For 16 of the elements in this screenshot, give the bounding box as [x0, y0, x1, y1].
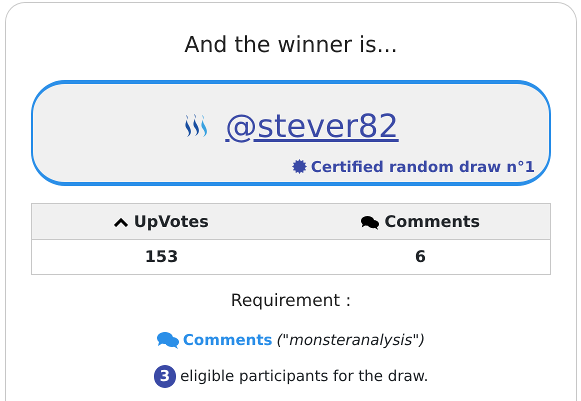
caret-up-icon [114, 217, 128, 228]
table-cell: 6 [291, 240, 550, 274]
seal-icon [292, 159, 307, 174]
table-cell: 153 [32, 240, 291, 274]
requirement-detail: ("monsteranalysis") [276, 330, 426, 350]
comments-icon [360, 214, 379, 230]
requirement-title: Requirement : [230, 290, 352, 313]
column-header: Comments [384, 212, 480, 230]
certificate-label: Certified random draw n°1 [310, 156, 535, 178]
heading: And the winner is... [183, 32, 399, 60]
count-badge: 3 [154, 365, 176, 388]
column-header: UpVotes [134, 212, 209, 230]
participants-text: eligible participants for the draw. [180, 366, 428, 387]
requirement-type: Comments [182, 330, 272, 350]
winner-link[interactable]: @stever82 [225, 102, 399, 150]
comments-icon [156, 330, 179, 349]
